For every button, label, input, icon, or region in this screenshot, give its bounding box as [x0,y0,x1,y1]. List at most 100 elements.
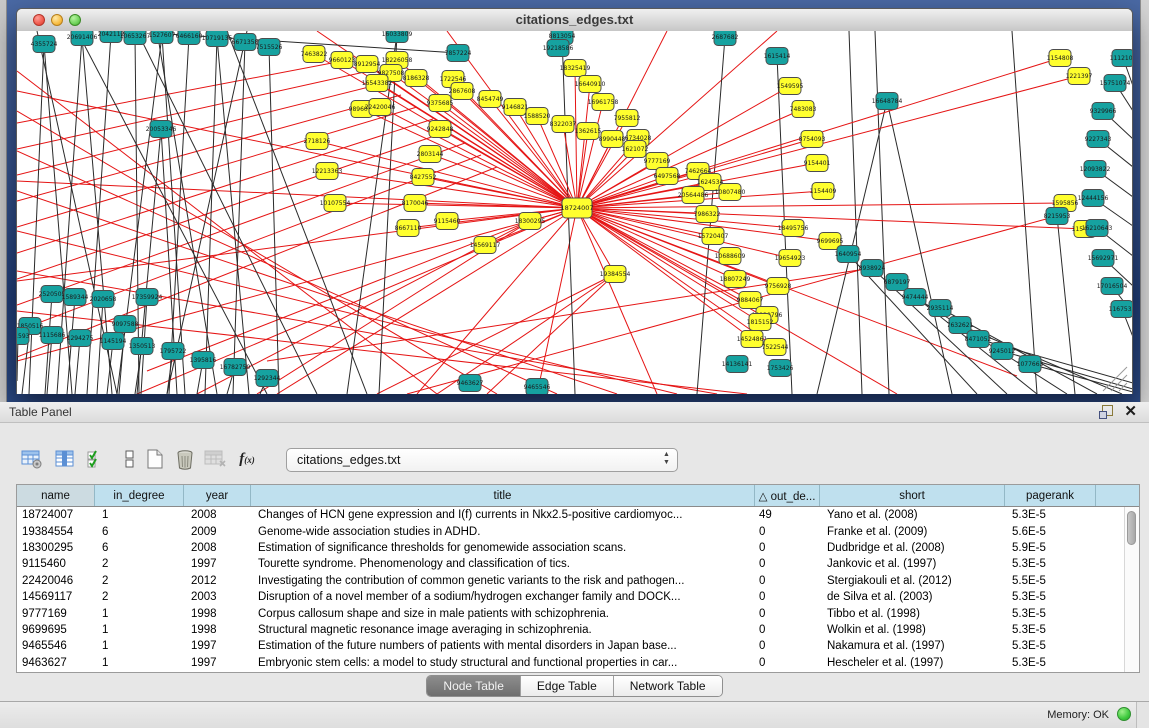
graph-node[interactable]: 6497568 [654,168,681,185]
graph-node[interactable]: 8667110 [395,220,422,237]
graph-node[interactable]: 15692971 [1088,250,1119,267]
graph-node[interactable]: 17016504 [1097,278,1128,295]
graph-node[interactable]: 8170046 [402,195,429,212]
graph-node[interactable]: 7463822 [301,46,328,63]
graph-node[interactable]: 1350513 [129,338,156,355]
graph-node[interactable]: 6466160 [176,31,203,45]
graph-node[interactable]: 10807480 [715,184,746,201]
tab-node-table[interactable]: Node Table [427,676,521,696]
graph-node[interactable]: 9154401 [804,155,831,172]
table-row[interactable]: 1938455462009Genome-wide association stu… [17,523,1125,539]
column-header[interactable]: year [184,485,251,506]
graph-node[interactable]: 1549595 [777,78,804,95]
graph-node[interactable]: 18724007 [560,198,593,218]
table-row[interactable]: 1456911722003Disruption of a novel membe… [17,589,1125,605]
table-row[interactable]: 911546021997Tourette syndrome. Phenomeno… [17,556,1125,572]
column-header[interactable]: short [820,485,1005,506]
graph-node[interactable]: 19654923 [775,250,806,267]
graph-node[interactable]: 9227343 [1085,131,1112,148]
graph-node[interactable]: 6879197 [884,274,911,291]
compact-view-icon[interactable] [116,444,144,474]
close-panel-icon[interactable]: ✕ [1124,403,1137,421]
graph-node[interactable]: 9242848 [427,121,454,138]
graph-node[interactable]: 1292344 [254,370,281,387]
graph-node[interactable]: 1362615 [575,123,602,140]
graph-node[interactable]: 2718126 [304,133,331,150]
graph-node[interactable]: 9756928 [765,278,792,295]
graph-node[interactable]: 8215953 [1044,208,1071,225]
graph-node[interactable]: 9884067 [737,292,764,309]
table-row[interactable]: 1830029562008Estimation of significance … [17,540,1125,556]
graph-node[interactable]: 19384554 [600,266,631,283]
graph-node[interactable]: 16782759 [220,359,251,376]
graph-node[interactable]: 9777169 [644,153,671,170]
column-header[interactable]: title [251,485,755,506]
graph-node[interactable]: 16640910 [575,76,606,93]
delete-trash-icon[interactable] [171,444,199,474]
select-columns-icon[interactable] [51,444,79,474]
graph-node[interactable]: 8990448 [599,131,626,148]
graph-node[interactable]: 1154409 [810,183,837,200]
graph-node[interactable]: 20053346 [146,121,177,138]
graph-node[interactable]: 8754093 [799,131,826,148]
graph-node[interactable]: 20564486 [678,187,709,204]
graph-node[interactable]: 7515526 [256,39,283,56]
graph-node[interactable]: 1221397 [1066,68,1093,85]
graph-node[interactable]: 7483083 [790,101,817,118]
graph-node[interactable]: 7522544 [762,339,789,356]
graph-node[interactable]: 19218586 [543,40,574,57]
function-builder-icon[interactable]: f(x) [233,444,261,474]
graph-node[interactable]: 7857224 [445,45,472,62]
graph-node[interactable]: 1112104 [1110,50,1132,67]
table-vertical-scrollbar[interactable] [1124,507,1139,672]
graph-node[interactable]: 1294275 [67,330,94,347]
graph-node[interactable]: 20691406 [67,31,98,46]
table-row[interactable]: 2242004622012Investigating the contribut… [17,573,1125,589]
graph-node[interactable]: 7955812 [614,110,641,127]
table-row[interactable]: 1872400712008Changes of HCN gene express… [17,507,1125,523]
graph-node[interactable]: 8938924 [859,260,886,277]
graph-node[interactable]: 15720407 [698,228,729,245]
graph-node[interactable]: 1527607 [149,31,176,44]
graph-node[interactable]: 10107554 [320,195,351,212]
graph-node[interactable]: 18807249 [720,271,751,288]
table-row[interactable]: 977716911998Corpus callosum shape and si… [17,605,1125,621]
window-titlebar[interactable]: citations_edges.txt [17,9,1132,32]
tab-network-table[interactable]: Network Table [614,676,722,696]
graph-node[interactable]: 1640954 [835,246,862,263]
network-canvas[interactable]: 1872400718300295193845547463822966012389… [17,31,1132,394]
graph-node[interactable]: 7986322 [694,206,721,223]
graph-node[interactable]: 9097588 [112,316,139,333]
graph-node[interactable]: 16543382 [362,75,393,92]
graph-node[interactable]: 1077663 [1017,356,1044,373]
graph-node[interactable]: 18325419 [560,60,591,77]
graph-node[interactable]: 2867608 [449,83,476,100]
graph-node[interactable]: 2803144 [417,146,444,163]
graph-node[interactable]: 9245012 [989,343,1016,360]
graph-node[interactable]: 9375685 [427,95,454,112]
float-panel-icon[interactable] [1099,405,1113,418]
graph-node[interactable]: 1395816 [190,352,217,369]
graph-node[interactable]: 1167535 [1109,301,1132,318]
graph-node[interactable]: 2935114 [927,300,954,317]
graph-node[interactable]: 14136141 [722,356,753,373]
column-header[interactable]: in_degree [95,485,184,506]
graph-node[interactable]: 4355724 [31,36,58,53]
graph-node[interactable]: 1588520 [524,108,551,125]
graph-node[interactable]: 1115686 [39,327,66,344]
graph-node[interactable]: 16961758 [588,94,619,111]
graph-node[interactable]: 1795722 [160,343,187,360]
graph-node[interactable]: 18300295 [515,213,546,230]
graph-node[interactable]: 1753426 [767,360,794,377]
graph-node[interactable]: 1145194 [100,333,127,350]
table-selector-dropdown[interactable]: citations_edges.txt ▲▼ [286,448,678,472]
graph-node[interactable]: 22420046 [365,99,396,116]
graph-node[interactable]: 9660123 [329,52,356,69]
graph-node[interactable]: 10653267 [120,31,151,45]
graph-node[interactable]: 1589344 [62,289,89,306]
graph-node[interactable]: 8186328 [403,70,430,87]
tab-edge-table[interactable]: Edge Table [521,676,614,696]
column-header[interactable]: pagerank [1005,485,1096,506]
graph-node[interactable]: 8912954 [354,56,381,73]
graph-node[interactable]: 9463627 [457,375,484,392]
